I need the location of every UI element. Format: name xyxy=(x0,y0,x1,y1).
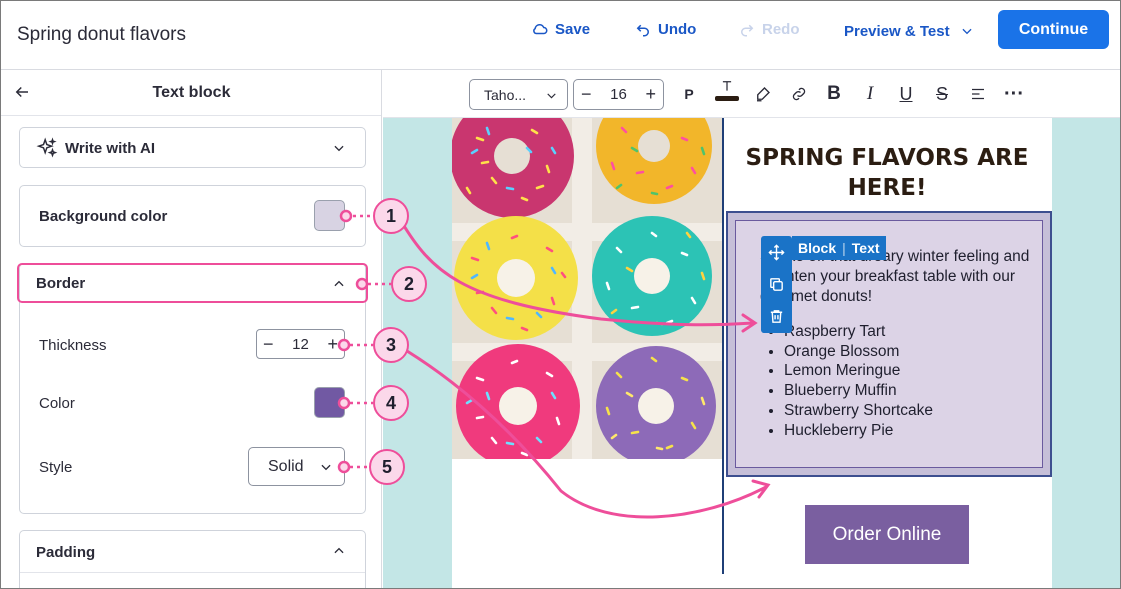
flavor-item[interactable]: Blueberry Muffin xyxy=(784,381,933,401)
border-color-swatch[interactable] xyxy=(314,387,345,418)
chevron-down-icon xyxy=(334,145,344,152)
padding-label: Padding xyxy=(36,544,96,561)
underline-icon: U xyxy=(899,83,913,104)
column-guide xyxy=(722,118,724,574)
block-tools xyxy=(761,236,792,333)
strikethrough-button[interactable]: S xyxy=(931,83,953,105)
minus-icon[interactable]: − xyxy=(581,84,592,105)
more-icon: ··· xyxy=(1004,82,1024,105)
block-tag-separator: | xyxy=(842,240,846,256)
highlight-button[interactable] xyxy=(752,83,774,105)
italic-icon: I xyxy=(866,83,874,104)
cloud-icon xyxy=(533,23,548,35)
format-toolbar: Taho... − 16 + P B I U S ··· xyxy=(383,70,1120,118)
background-color-swatch[interactable] xyxy=(314,200,345,231)
thickness-label: Thickness xyxy=(39,337,107,354)
move-icon[interactable] xyxy=(768,244,785,261)
preview-test-dropdown[interactable]: Preview & Test xyxy=(844,20,974,42)
minus-icon[interactable]: − xyxy=(263,334,274,355)
padding-section[interactable]: Padding xyxy=(19,530,366,588)
block-tag-label[interactable]: Block xyxy=(798,240,836,256)
donut-image[interactable] xyxy=(452,118,724,459)
text-color-bar xyxy=(715,96,739,101)
callout-3: 3 xyxy=(373,327,409,363)
flavor-item[interactable]: Lemon Meringue xyxy=(784,361,933,381)
bold-icon: B xyxy=(827,83,841,104)
font-family-select[interactable]: Taho... xyxy=(469,79,568,110)
save-label: Save xyxy=(555,20,591,38)
plus-icon[interactable]: + xyxy=(645,84,656,105)
font-size-value[interactable]: 16 xyxy=(610,86,627,103)
panel-header: Text block xyxy=(1,70,381,116)
font-family-value: Taho... xyxy=(484,86,527,103)
align-button[interactable] xyxy=(967,83,989,105)
border-style-select[interactable]: Solid xyxy=(248,447,345,486)
undo-icon xyxy=(636,24,649,37)
settings-panel: Text block Write with AI Background colo… xyxy=(1,70,382,588)
callout-4: 4 xyxy=(373,385,409,421)
bold-button[interactable]: B xyxy=(823,83,845,105)
flavor-list[interactable]: Raspberry TartOrange BlossomLemon Mering… xyxy=(784,322,933,440)
panel-title: Text block xyxy=(152,84,231,101)
callout-2: 2 xyxy=(391,266,427,302)
chevron-down-icon xyxy=(962,28,972,35)
undo-label: Undo xyxy=(658,20,697,38)
background-color-label: Background color xyxy=(39,208,168,225)
border-header[interactable]: Border xyxy=(17,263,368,303)
more-options-button[interactable]: ··· xyxy=(1003,83,1025,105)
italic-button[interactable]: I xyxy=(859,83,881,105)
top-bar: Spring donut flavors Save Undo Redo Prev… xyxy=(1,1,1120,70)
align-left-icon xyxy=(972,88,984,100)
duplicate-icon[interactable] xyxy=(768,276,785,293)
chevron-up-icon xyxy=(334,547,344,554)
thickness-stepper[interactable]: − 12 + xyxy=(256,329,345,359)
text-color-button[interactable] xyxy=(715,79,739,101)
save-button[interactable]: Save xyxy=(531,18,590,40)
thickness-value[interactable]: 12 xyxy=(292,336,309,353)
chevron-down-icon xyxy=(547,93,556,99)
underline-button[interactable]: U xyxy=(895,83,917,105)
border-style-value: Solid xyxy=(268,457,304,475)
write-with-ai-label: Write with AI xyxy=(65,140,155,157)
flavor-item[interactable]: Orange Blossom xyxy=(784,342,933,362)
padding-divider xyxy=(20,572,365,573)
campaign-title[interactable]: Spring donut flavors xyxy=(17,24,186,46)
trash-icon[interactable] xyxy=(768,308,785,325)
color-label: Color xyxy=(39,395,75,412)
order-online-button[interactable]: Order Online xyxy=(805,505,969,564)
redo-label: Redo xyxy=(762,20,800,38)
chevron-down-icon xyxy=(321,464,331,471)
flavor-item[interactable]: Strawberry Shortcake xyxy=(784,401,933,421)
chevron-up-icon xyxy=(334,280,344,287)
email-editor: Taho... − 16 + P B I U S ··· SPRING FLAV… xyxy=(383,70,1120,588)
app-window: Spring donut flavors Save Undo Redo Prev… xyxy=(0,0,1121,589)
style-label: Style xyxy=(39,459,73,476)
preview-label: Preview & Test xyxy=(844,22,950,40)
callout-5: 5 xyxy=(369,449,405,485)
block-type-tag: Block | Text xyxy=(792,236,886,260)
strikethrough-icon: S xyxy=(935,83,948,104)
redo-button[interactable]: Redo xyxy=(738,18,800,40)
continue-button[interactable]: Continue xyxy=(998,10,1109,49)
text-color-icon xyxy=(722,81,732,91)
plus-icon[interactable]: + xyxy=(327,334,338,355)
callout-1: 1 xyxy=(373,198,409,234)
redo-icon xyxy=(741,24,754,37)
undo-button[interactable]: Undo xyxy=(634,18,696,40)
highlighter-icon xyxy=(757,87,770,102)
email-canvas: SPRING FLAVORS ARE HERE! Shake off that … xyxy=(452,118,1052,588)
flavor-item[interactable]: Raspberry Tart xyxy=(784,322,933,342)
link-icon xyxy=(792,87,806,101)
paragraph-button[interactable]: P xyxy=(678,83,700,105)
donut-photo xyxy=(452,118,724,459)
border-label: Border xyxy=(36,275,86,292)
link-button[interactable] xyxy=(788,83,810,105)
block-type-label[interactable]: Text xyxy=(852,240,880,256)
flavor-item[interactable]: Huckleberry Pie xyxy=(784,421,933,441)
write-with-ai-dropdown[interactable]: Write with AI xyxy=(19,127,366,168)
email-headline[interactable]: SPRING FLAVORS ARE HERE! xyxy=(737,143,1037,203)
font-size-stepper[interactable]: − 16 + xyxy=(573,79,664,110)
sparkle-icon xyxy=(36,137,58,158)
